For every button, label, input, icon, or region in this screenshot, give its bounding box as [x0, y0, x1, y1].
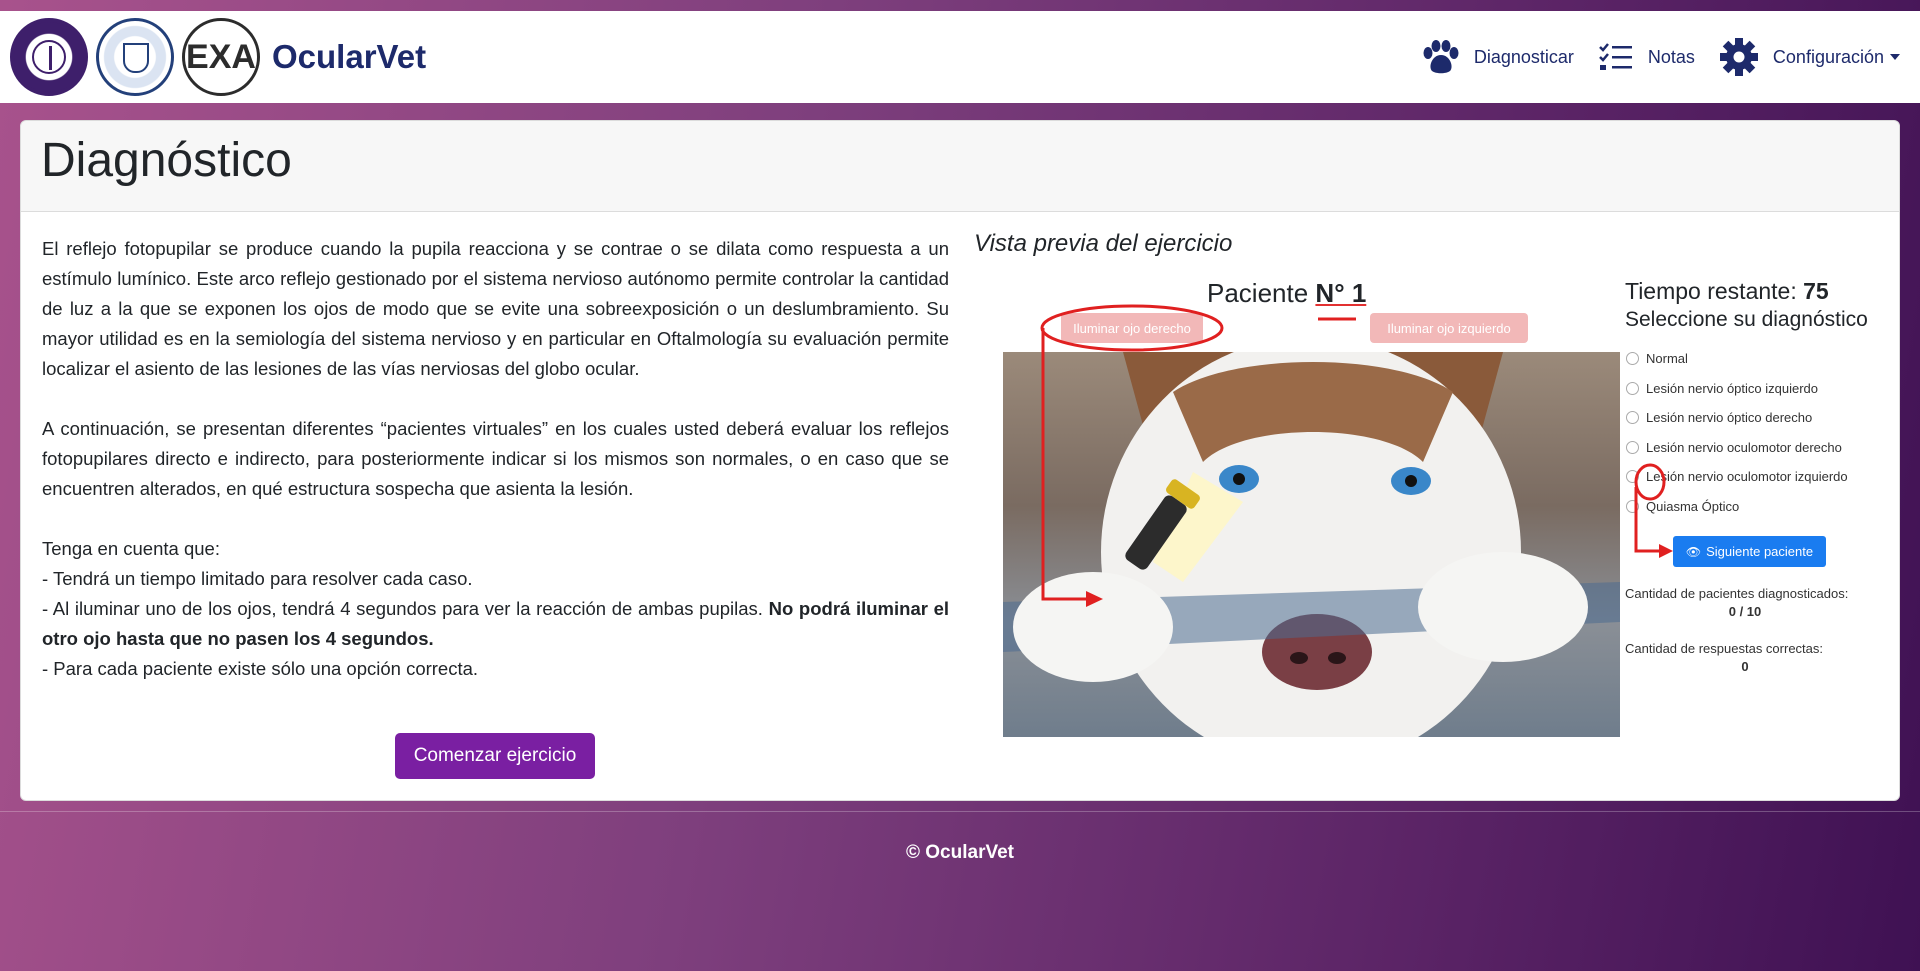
nav-diagnose[interactable]: Diagnosticar — [1420, 39, 1574, 75]
illuminate-left-eye-button: Iluminar ojo izquierdo — [1370, 313, 1528, 343]
radio-icon — [1626, 352, 1639, 366]
nav-notes-label: Notas — [1647, 46, 1695, 67]
footer-copyright: © OcularVet — [906, 842, 1014, 863]
preview-title: Vista previa del ejercicio — [974, 230, 1233, 257]
diagnosis-option: Quiasma Óptico — [1625, 492, 1848, 522]
top-navbar: EXA OcularVet Diagnosticar Notas Configu… — [0, 11, 1920, 103]
patient-heading: Paciente N° 1 — [1207, 278, 1366, 309]
paw-icon — [1420, 39, 1460, 75]
university-logo — [96, 18, 174, 96]
next-patient-label: Siguiente paciente — [1706, 544, 1814, 559]
card-header: Diagnóstico — [20, 120, 1900, 212]
gear-icon — [1719, 37, 1759, 77]
nav-links: Diagnosticar Notas Configuración — [1396, 37, 1900, 77]
tip-3: - Para cada paciente existe sólo una opc… — [42, 658, 479, 679]
caret-down-icon — [1890, 54, 1900, 60]
diagnosis-option: Lesión nervio oculomotor derecho — [1625, 433, 1848, 463]
diagnosis-option: Lesión nervio óptico derecho — [1625, 403, 1848, 433]
diagnosed-count-value: 0 / 10 — [1728, 604, 1762, 619]
exa-logo: EXA — [182, 18, 260, 96]
time-label: Tiempo restante: — [1625, 278, 1797, 304]
diagnosis-select-title: Seleccione su diagnóstico — [1625, 308, 1868, 331]
nav-settings-dropdown[interactable]: Configuración — [1719, 37, 1900, 77]
nav-settings-label: Configuración — [1772, 46, 1884, 67]
time-value: 75 — [1803, 278, 1829, 304]
patient-label: Paciente — [1207, 278, 1309, 308]
logo-group: EXA OcularVet — [10, 18, 426, 96]
radio-icon — [1626, 440, 1639, 454]
radio-icon — [1626, 381, 1639, 395]
correct-count-value: 0 — [1741, 659, 1749, 674]
nav-diagnose-label: Diagnosticar — [1473, 46, 1574, 67]
brand-name[interactable]: OcularVet — [272, 38, 426, 76]
card-body: El reflejo fotopupilar se produce cuando… — [20, 211, 1900, 801]
diagnosis-option: Lesión nervio oculomotor izquierdo — [1625, 462, 1848, 492]
start-exercise-button[interactable]: Comenzar ejercicio — [395, 733, 595, 779]
tip-2: - Al iluminar uno de los ojos, tendrá 4 … — [42, 594, 949, 654]
illuminate-right-eye-button: Iluminar ojo derecho — [1061, 313, 1203, 343]
tip-1: - Tendrá un tiempo limitado para resolve… — [42, 568, 473, 589]
tip-2-text: - Al iluminar uno de los ojos, tendrá 4 … — [42, 598, 763, 619]
time-remaining: Tiempo restante: 75 — [1625, 278, 1829, 305]
dog-patient-image — [1003, 352, 1620, 737]
footer-divider — [0, 811, 1920, 812]
instructions-text: El reflejo fotopupilar se produce cuando… — [42, 234, 949, 684]
diagnosis-options: Normal Lesión nervio óptico izquierdo Le… — [1625, 344, 1848, 521]
intro-paragraph-2: A continuación, se presentan diferentes … — [42, 418, 949, 499]
diagnosed-count-label: Cantidad de pacientes diagnosticados: — [1625, 586, 1849, 601]
correct-count-label: Cantidad de respuestas correctas: — [1625, 641, 1823, 656]
diagnosis-option: Lesión nervio óptico izquierdo — [1625, 374, 1848, 404]
intro-paragraph-1: El reflejo fotopupilar se produce cuando… — [42, 238, 949, 379]
radio-icon — [1626, 499, 1639, 513]
checklist-icon — [1598, 42, 1634, 72]
diagnosis-option: Normal — [1625, 344, 1848, 374]
page-title: Diagnóstico — [41, 134, 292, 187]
eye-icon: 👁 — [1685, 544, 1702, 559]
faculty-logo — [10, 18, 88, 96]
tips-title: Tenga en cuenta que: — [42, 538, 220, 559]
nav-notes[interactable]: Notas — [1598, 42, 1695, 72]
radio-icon — [1626, 411, 1639, 425]
patient-number: N° 1 — [1315, 278, 1367, 308]
radio-icon — [1626, 470, 1639, 484]
exercise-preview: Paciente N° 1 Iluminar ojo derecho Ilumi… — [981, 272, 1891, 737]
next-patient-button: 👁 Siguiente paciente — [1673, 536, 1826, 567]
